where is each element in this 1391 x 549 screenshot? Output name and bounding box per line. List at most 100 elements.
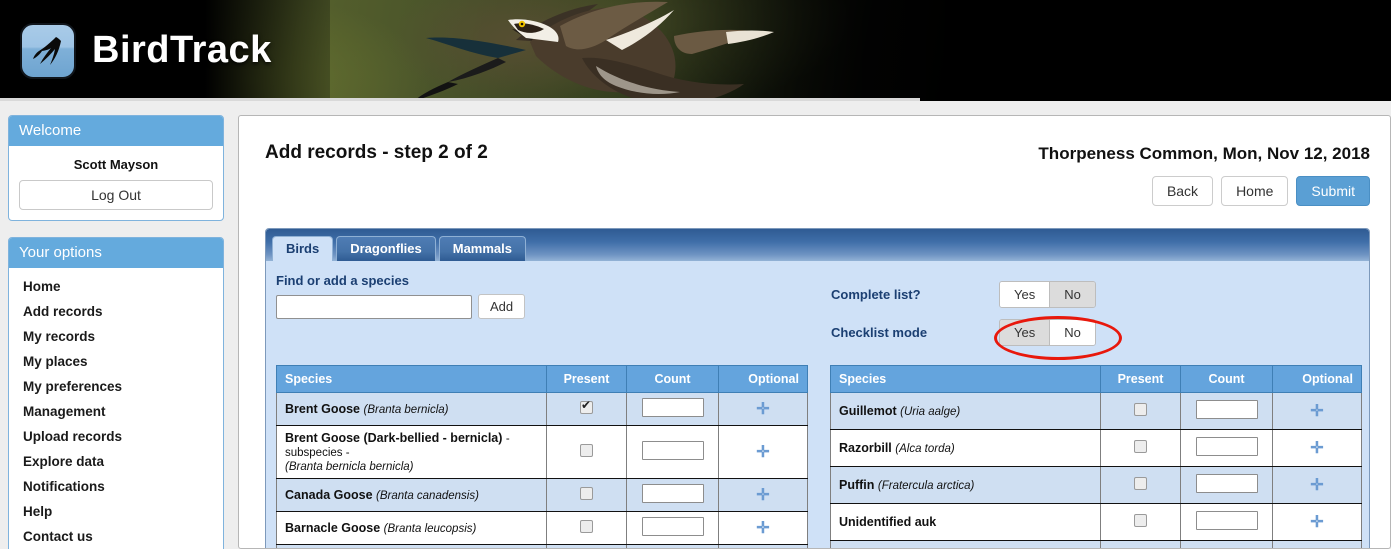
count-cell [1181,504,1273,541]
count-cell [627,393,719,426]
welcome-panel: Welcome Scott Mayson Log Out [8,115,224,221]
tab-dragonflies[interactable]: Dragonflies [336,236,436,261]
add-species-button[interactable]: Add [478,294,525,319]
optional-cell: ✛ [1273,393,1362,430]
count-cell [627,426,719,479]
count-input[interactable] [642,441,704,460]
header-right: Thorpeness Common, Mon, Nov 12, 2018 Bac… [1038,132,1370,206]
table-row: Brent Goose (Dark-bellied - bernicla) - … [277,426,808,479]
user-name: Scott Mayson [19,154,213,180]
banner-fade [931,0,1391,101]
plus-icon[interactable]: ✛ [756,444,769,461]
count-input[interactable] [1196,474,1258,493]
present-cell [1101,541,1181,549]
brand-logo[interactable]: BirdTrack [0,0,330,101]
count-input[interactable] [642,517,704,536]
log-out-button[interactable]: Log Out [19,180,213,210]
sidebar-item-explore-data[interactable]: Explore data [9,449,223,474]
count-input[interactable] [642,398,704,417]
optional-cell: ✛ [719,393,808,426]
header-actions: Back Home Submit [1038,176,1370,206]
sidebar-item-upload-records[interactable]: Upload records [9,424,223,449]
sidebar-item-home[interactable]: Home [9,274,223,299]
present-checkbox[interactable] [580,487,593,500]
tab-panel-birds: Find or add a species Add Complete list?… [266,261,1369,549]
count-input[interactable] [642,484,704,503]
checklist-mode-label: Checklist mode [831,325,999,340]
count-cell [1181,541,1273,549]
home-button[interactable]: Home [1221,176,1288,206]
col-present: Present [547,366,627,393]
optional-cell: ✛ [1273,467,1362,504]
checklist-mode-toggle[interactable]: Yes No [999,319,1096,346]
sidebar-item-contact-us[interactable]: Contact us [9,524,223,549]
page-title: Add records - step 2 of 2 [265,142,488,164]
checklist-mode-row: Checklist mode Yes No [831,313,1096,351]
submit-button[interactable]: Submit [1296,176,1370,206]
present-cell [1101,504,1181,541]
plus-icon[interactable]: ✛ [1310,514,1323,531]
present-checkbox[interactable] [1134,440,1147,453]
site-and-date: Thorpeness Common, Mon, Nov 12, 2018 [1038,144,1370,164]
count-cell [1181,430,1273,467]
checklist-mode-yes[interactable]: Yes [1000,320,1049,345]
table-header-row: Species Present Count Optional [831,366,1362,393]
col-count: Count [627,366,719,393]
site-banner: BirdTrack [0,0,1391,101]
col-optional: Optional [719,366,808,393]
optional-cell: ✛ [1273,430,1362,467]
present-cell [547,426,627,479]
back-button[interactable]: Back [1152,176,1213,206]
table-row: Razorbill (Alca torda)✛ [831,430,1362,467]
plus-icon[interactable]: ✛ [756,487,769,504]
sidebar-item-my-preferences[interactable]: My preferences [9,374,223,399]
count-input[interactable] [1196,400,1258,419]
present-cell [547,512,627,545]
species-finder-label: Find or add a species [276,273,821,288]
present-checkbox[interactable] [1134,403,1147,416]
plus-icon[interactable]: ✛ [756,520,769,537]
bird-logo-icon [20,23,76,79]
table-row: Canada Goose (Branta canadensis)✛ [277,479,808,512]
your-options-title: Your options [9,238,223,268]
present-checkbox[interactable] [1134,477,1147,490]
plus-icon[interactable]: ✛ [756,401,769,418]
present-checkbox[interactable] [580,520,593,533]
species-finder-row: Add [276,294,821,319]
present-checkbox[interactable] [580,444,593,457]
species-table-left: Species Present Count Optional Brent Goo… [276,365,808,549]
species-name-cell: Barnacle Goose (naturalised) [277,545,547,549]
plus-icon[interactable]: ✛ [1310,440,1323,457]
sidebar-item-management[interactable]: Management [9,399,223,424]
checklist-mode-no[interactable]: No [1049,320,1095,345]
sidebar-item-my-records[interactable]: My records [9,324,223,349]
present-checkbox[interactable] [580,401,593,414]
species-name-cell: Brent Goose (Dark-bellied - bernicla) - … [277,426,547,479]
optional-cell: ✛ [1273,541,1362,549]
species-search-input[interactable] [276,295,472,319]
sidebar-item-notifications[interactable]: Notifications [9,474,223,499]
complete-list-toggle[interactable]: Yes No [999,281,1096,308]
present-checkbox[interactable] [1134,514,1147,527]
col-optional: Optional [1273,366,1362,393]
taxon-tab-widget: Birds Dragonflies Mammals Find or add a … [265,228,1370,549]
species-rows-right: Guillemot (Uria aalge)✛Razorbill (Alca t… [831,393,1362,549]
plus-icon[interactable]: ✛ [1310,403,1323,420]
complete-list-no[interactable]: No [1049,282,1095,307]
sidebar: Welcome Scott Mayson Log Out Your option… [0,101,232,549]
col-present: Present [1101,366,1181,393]
count-input[interactable] [1196,511,1258,530]
species-name-cell: Guillemot (Uria aalge) [831,393,1101,430]
plus-icon[interactable]: ✛ [1310,477,1323,494]
tab-mammals[interactable]: Mammals [439,236,526,261]
sidebar-item-help[interactable]: Help [9,499,223,524]
optional-cell: ✛ [719,545,808,549]
count-input[interactable] [1196,437,1258,456]
complete-list-yes[interactable]: Yes [1000,282,1049,307]
count-cell [1181,393,1273,430]
table-row: Feral Pigeon (Columba livia f. domestica… [831,541,1362,549]
sidebar-item-add-records[interactable]: Add records [9,299,223,324]
tab-birds[interactable]: Birds [272,236,333,261]
count-cell [627,479,719,512]
sidebar-item-my-places[interactable]: My places [9,349,223,374]
